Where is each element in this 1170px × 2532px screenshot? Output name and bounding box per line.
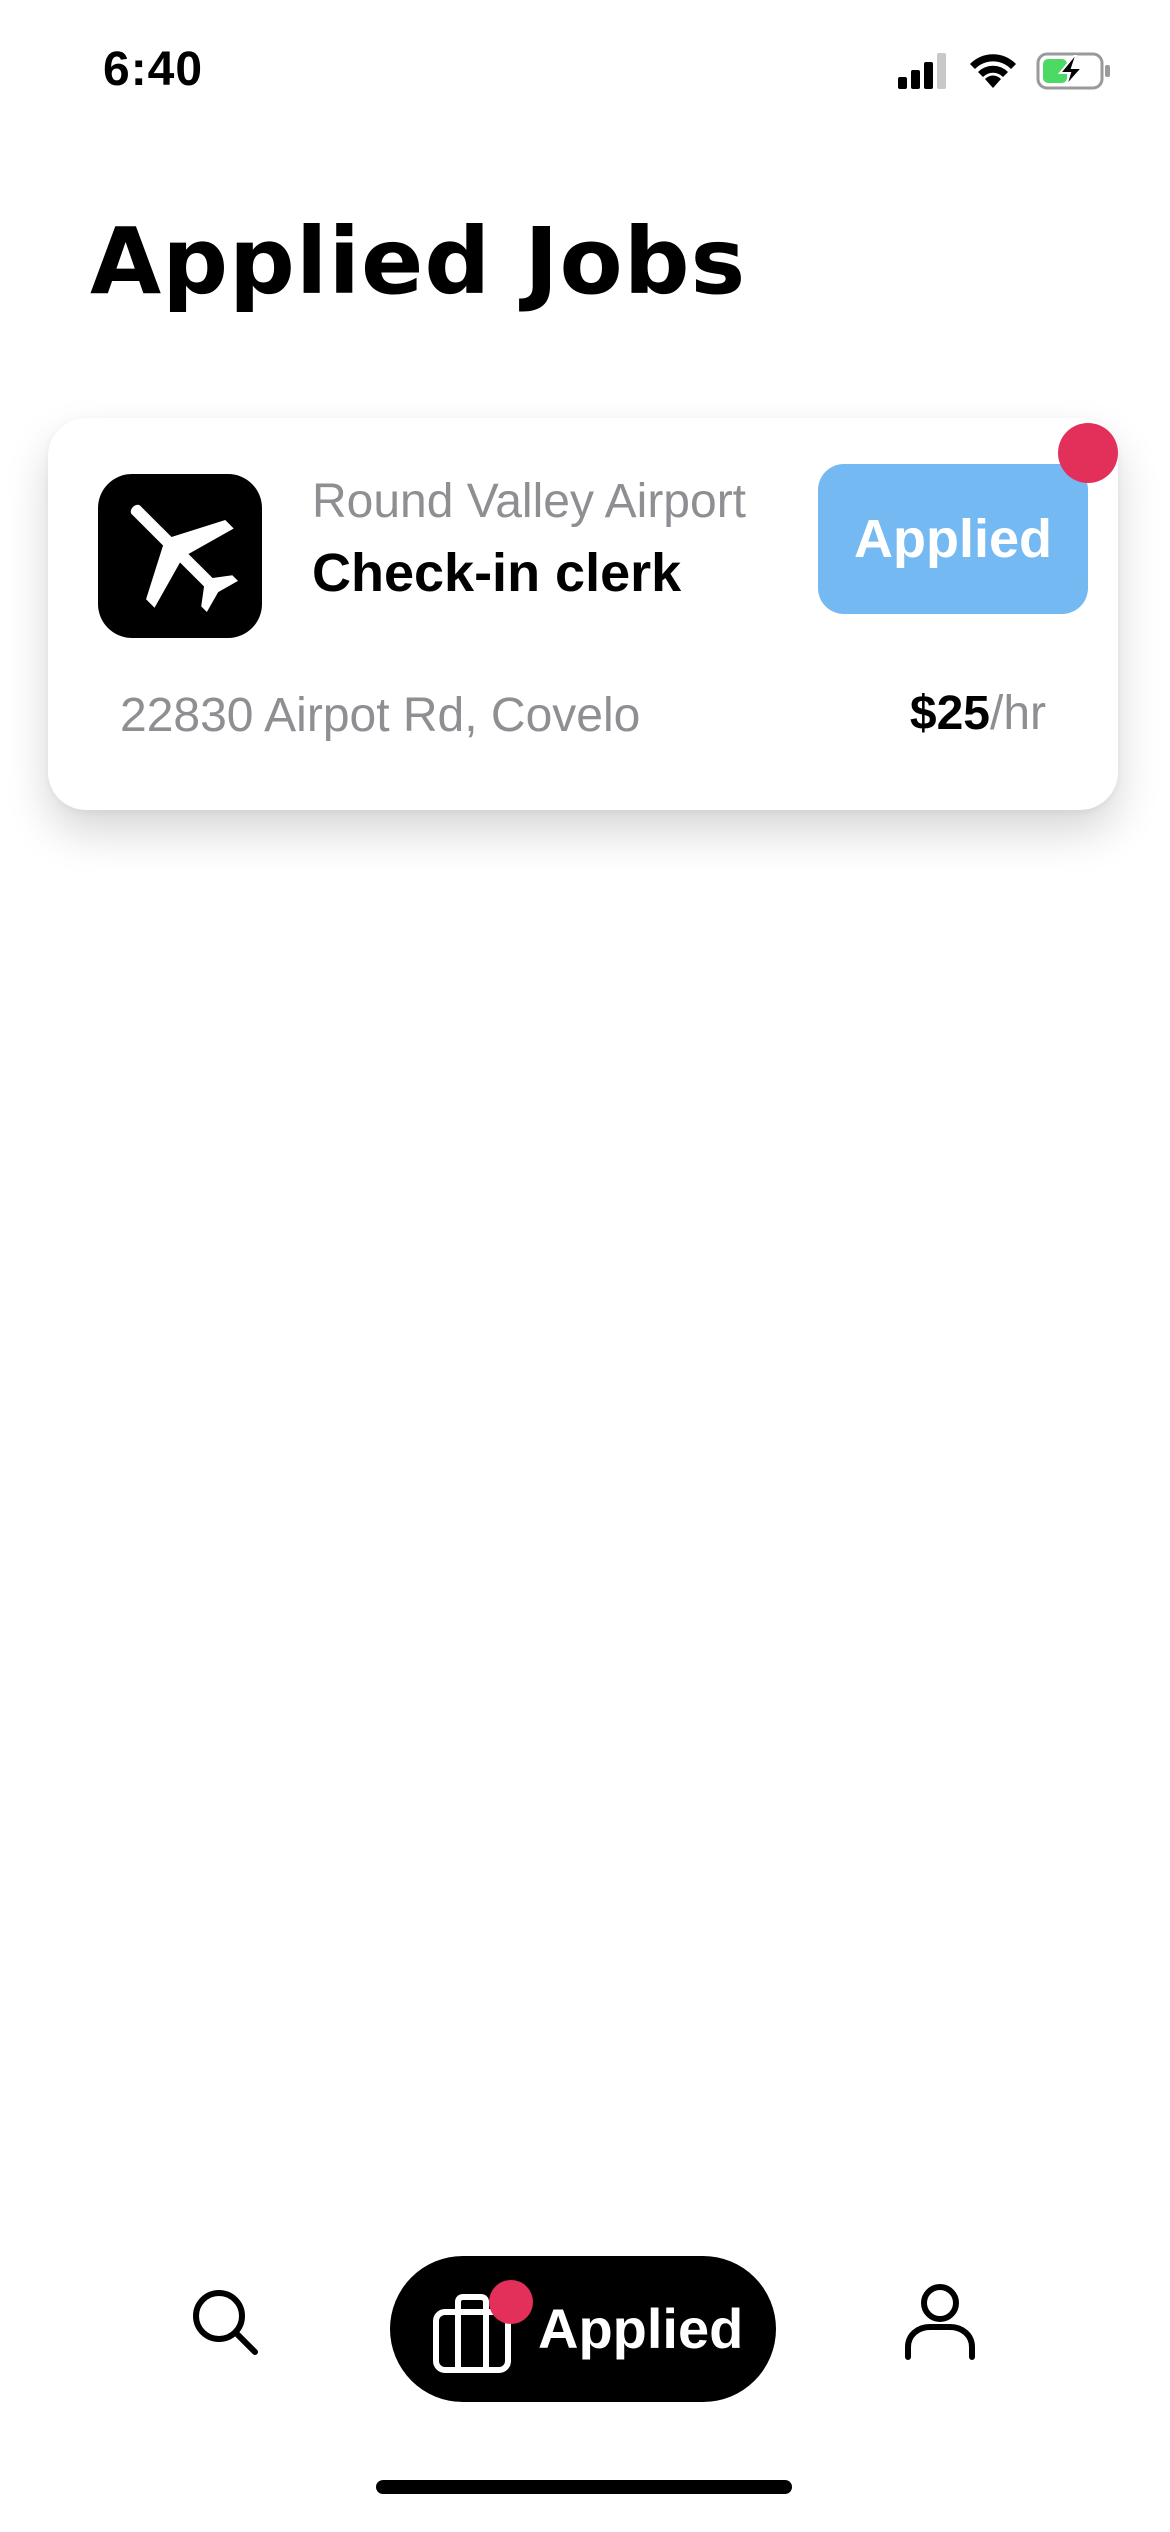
job-title: Check-in clerk: [312, 543, 682, 603]
battery-charging-icon: [1036, 52, 1112, 95]
profile-icon: [902, 2281, 978, 2366]
pay-amount: $25: [909, 687, 990, 740]
home-indicator: [376, 2480, 792, 2494]
status-time: 6:40: [103, 43, 204, 96]
applied-status-button[interactable]: Applied: [818, 464, 1088, 614]
search-icon: [189, 2286, 261, 2363]
tab-applied[interactable]: Applied: [390, 2256, 776, 2402]
wifi-icon: [968, 52, 1018, 95]
notification-badge: [1058, 423, 1118, 483]
job-address: 22830 Airpot Rd, Covelo: [120, 689, 641, 742]
job-pay: $25/hr: [910, 686, 1046, 741]
status-icons: [898, 52, 1112, 95]
company-logo: [98, 474, 262, 638]
tab-search[interactable]: [183, 2282, 267, 2366]
airplane-icon: [110, 484, 250, 629]
cellular-signal-icon: [898, 53, 950, 94]
page-title: Applied Jobs: [90, 208, 747, 315]
tab-notification-badge: [489, 2280, 533, 2324]
job-company: Round Valley Airport: [312, 475, 747, 528]
pay-unit: /hr: [989, 687, 1046, 740]
job-card[interactable]: Round Valley Airport Check-in clerk Appl…: [48, 418, 1118, 810]
status-bar: 6:40: [0, 0, 1170, 140]
tab-profile[interactable]: [895, 2278, 985, 2368]
tab-applied-label: Applied: [538, 2297, 744, 2360]
